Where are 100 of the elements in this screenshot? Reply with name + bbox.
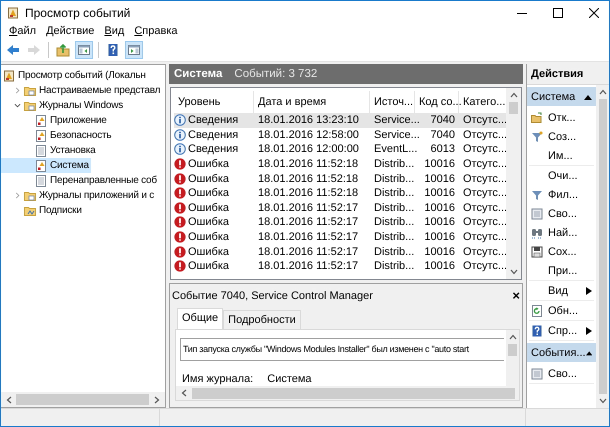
event-row[interactable]: Ошибка 18.01.2016 11:52:18 Distrib... 10016 Отсутс... <box>174 171 506 186</box>
scroll-up-icon[interactable] <box>510 91 518 99</box>
collapse-icon[interactable] <box>14 102 21 109</box>
vertical-scrollbar[interactable] <box>506 88 521 279</box>
tab[interactable]: Общие <box>177 308 224 329</box>
action-item[interactable]: При... <box>529 261 594 280</box>
scrollbar-thumb[interactable] <box>598 99 606 394</box>
horizontal-scrollbar[interactable] <box>1 392 165 407</box>
action-item[interactable]: Очи... <box>529 166 594 185</box>
table-cell-text: Отсутс... <box>462 114 506 126</box>
scroll-left-icon[interactable] <box>5 396 13 404</box>
table-cell-text: Отсутс... <box>462 216 506 228</box>
message-text: Тип запуска службы "Windows Modules Installer" был изменен с "auto start <box>180 338 504 361</box>
table-cell-text: Отсутс... <box>462 187 506 200</box>
table-cell-text: EventL... <box>373 143 415 156</box>
field-label: Имя журнала: <box>182 373 254 385</box>
event-row[interactable]: Сведения 18.01.2016 12:00:00 EventL... 6013 Отсутс... <box>174 142 506 157</box>
table-cell-text: Distrib... <box>373 260 415 272</box>
table-cell-text: 18.01.2016 11:52:18 <box>257 187 360 200</box>
table-cell-text: 18.01.2016 11:52:17 <box>257 246 360 258</box>
event-row[interactable]: Сведения 18.01.2016 13:23:10 Service... 7040 Отсутс... <box>174 113 506 128</box>
tree-item[interactable]: Перенаправленные соб <box>1 173 159 188</box>
section-header[interactable]: Система <box>527 87 596 106</box>
menu-item[interactable]: Файл <box>9 25 36 37</box>
scrollbar-thumb[interactable] <box>192 388 515 398</box>
table-cell: Ошибка <box>188 202 229 214</box>
scrollbar-thumb[interactable] <box>16 394 149 405</box>
event-row[interactable]: Ошибка 18.01.2016 11:52:17 Distrib... 10016 Отсутс... <box>174 215 506 230</box>
table-cell-text: 10016 <box>423 187 456 200</box>
table-cell: Ошибка <box>188 216 229 228</box>
action-item[interactable]: Фил... <box>529 185 594 204</box>
action-item[interactable]: Вид <box>529 281 594 300</box>
maximize-icon[interactable] <box>553 8 563 18</box>
table-cell-text: 18.01.2016 11:52:17 <box>257 216 360 228</box>
vertical-scrollbar[interactable] <box>506 330 519 386</box>
tree-item[interactable]: Приложение <box>1 113 109 128</box>
tree-item[interactable]: Журналы Windows <box>1 98 126 113</box>
event-row[interactable]: Ошибка 18.01.2016 11:52:17 Distrib... 10016 Отсутс... <box>174 200 506 216</box>
menu-item[interactable]: Справка <box>134 25 178 37</box>
action-item[interactable]: Сво... <box>529 364 594 383</box>
actions-title: Действия <box>527 64 609 85</box>
table-cell-text: 10016 <box>423 172 456 185</box>
table-cell: Ошибка <box>188 172 229 185</box>
horizontal-scrollbar[interactable] <box>176 386 519 400</box>
event-row[interactable]: Ошибка 18.01.2016 11:52:18 Distrib... 10016 Отсутс... <box>174 156 506 172</box>
scroll-up-icon[interactable] <box>508 333 516 341</box>
table-cell-text: 6013 <box>430 143 456 156</box>
event-row[interactable]: Ошибка 18.01.2016 11:52:17 Distrib... 10016 Отсутс... <box>174 258 506 274</box>
event-count: Событий: 3 732 <box>234 68 318 80</box>
table-cell: Ошибка <box>188 260 229 272</box>
scroll-left-icon[interactable] <box>180 389 188 397</box>
field-value: Система <box>267 373 312 385</box>
menu-item[interactable]: Действие <box>46 25 94 37</box>
event-row[interactable]: Ошибка 18.01.2016 11:52:17 Distrib... 10016 Отсутс... <box>174 244 506 259</box>
scroll-down-icon[interactable] <box>598 397 606 405</box>
scrollbar-thumb[interactable] <box>508 344 517 356</box>
scroll-right-icon[interactable] <box>153 396 161 404</box>
table-cell-text: 18.01.2016 12:00:00 <box>257 143 360 156</box>
table-cell-text: Distrib... <box>373 246 415 258</box>
tree-item[interactable]: Безопасность <box>1 128 114 143</box>
collapse-icon[interactable] <box>586 350 592 356</box>
table-cell-text: Отсутс... <box>462 128 506 141</box>
scroll-up-icon[interactable] <box>598 88 606 96</box>
action-item[interactable]: Спр... <box>529 321 594 340</box>
menu-item[interactable]: Вид <box>104 25 124 37</box>
scrollbar-thumb[interactable] <box>509 102 518 114</box>
tree-item[interactable]: Журналы приложений и с <box>1 188 156 203</box>
collapse-icon[interactable] <box>584 94 592 100</box>
tree-item[interactable]: Установка <box>1 143 98 158</box>
expand-icon[interactable] <box>14 87 21 94</box>
table-cell-text: 10016 <box>423 158 456 170</box>
close-button[interactable]: × <box>512 288 520 303</box>
window-title: Просмотр событий <box>25 6 132 20</box>
tree-item[interactable]: Система <box>1 158 91 173</box>
table-cell-text: 18.01.2016 13:23:10 <box>257 114 360 126</box>
event-row[interactable]: Ошибка 18.01.2016 11:52:18 Distrib... 10016 Отсутс... <box>174 186 506 201</box>
action-item[interactable]: Обн... <box>529 301 594 320</box>
table-cell-text: 18.01.2016 11:52:18 <box>257 158 360 170</box>
table-cell-text: 18.01.2016 11:52:18 <box>257 172 360 185</box>
action-item[interactable]: Соз... <box>529 127 594 146</box>
event-row[interactable]: Ошибка 18.01.2016 11:52:17 Distrib... 10016 Отсутс... <box>174 230 506 244</box>
action-item[interactable]: Сво... <box>529 204 594 223</box>
close-icon[interactable] <box>589 8 599 18</box>
action-item[interactable]: Им... <box>529 146 594 165</box>
event-row[interactable]: Сведения 18.01.2016 12:58:00 Service... 7040 Отсутс... <box>174 128 506 142</box>
tree-item[interactable]: Настраиваемые представл <box>1 83 162 98</box>
action-item[interactable]: Отк... <box>529 108 594 127</box>
tree-item[interactable]: Подписки <box>1 203 84 218</box>
section-header[interactable]: События... <box>527 343 596 362</box>
table-cell-text: Отсутс... <box>462 246 506 258</box>
action-item[interactable]: Най... <box>529 223 594 242</box>
log-name: Система <box>174 68 222 80</box>
vertical-scrollbar[interactable] <box>596 85 609 408</box>
expand-icon[interactable] <box>14 192 21 199</box>
action-item[interactable]: Сох... <box>529 242 594 261</box>
tab[interactable]: Подробности <box>223 310 301 329</box>
scroll-down-icon[interactable] <box>510 268 518 276</box>
table-cell: Сведения <box>188 114 238 126</box>
table-cell-text: Distrib... <box>373 158 415 170</box>
tree-item[interactable]: Просмотр событий (Локальн <box>1 68 148 83</box>
